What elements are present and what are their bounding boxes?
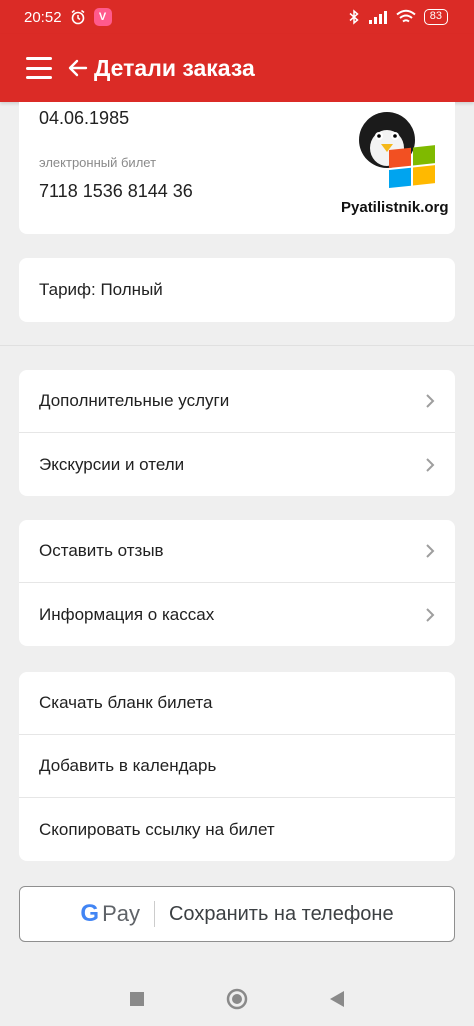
ticket-actions-group: Скачать бланк билета Добавить в календар… — [19, 672, 455, 861]
page-title: Детали заказа — [94, 54, 255, 81]
back-nav-icon[interactable] — [329, 990, 345, 1008]
gpay-divider — [153, 901, 155, 927]
passenger-card: 04.06.1985 электронный билет 7118 1536 8… — [19, 102, 455, 234]
section-divider — [0, 345, 474, 346]
home-icon[interactable] — [225, 987, 249, 1011]
bluetooth-icon — [349, 9, 359, 25]
tariff-label: Тариф: Полный — [39, 280, 163, 299]
list-item-label: Дополнительные услуги — [39, 391, 230, 410]
gpay-save-label: Сохранить на телефоне — [168, 902, 394, 925]
list-item-excursions-hotels[interactable]: Экскурсии и отели — [19, 433, 455, 496]
copy-ticket-link-button[interactable]: Скопировать ссылку на билет — [19, 798, 455, 861]
list-item-leave-review[interactable]: Оставить отзыв — [19, 520, 455, 583]
recents-icon[interactable] — [129, 991, 145, 1007]
alarm-icon — [71, 9, 85, 25]
list-item-label: Скопировать ссылку на билет — [39, 819, 275, 839]
app-notification-icon: V — [93, 8, 112, 26]
chevron-right-icon — [426, 607, 435, 622]
battery-level: 83 — [429, 10, 442, 22]
chevron-right-icon — [426, 394, 435, 408]
ticket-type-label: электронный билет — [39, 155, 157, 170]
signal-icon — [368, 11, 387, 24]
birth-date: 04.06.1985 — [39, 108, 130, 128]
app-bar: Детали заказа — [0, 34, 474, 102]
list-item-label: Скачать бланк билета — [39, 693, 213, 712]
watermark-text: Pyatilistnik.org — [341, 199, 449, 216]
tariff-card: Тариф: Полный — [19, 258, 455, 322]
status-bar: 20:52 V 83 — [0, 0, 474, 34]
list-item-ticket-office-info[interactable]: Информация о кассах — [19, 583, 455, 646]
add-to-calendar-button[interactable]: Добавить в календарь — [19, 735, 455, 798]
chevron-right-icon — [426, 544, 435, 558]
list-item-label: Информация о кассах — [39, 604, 215, 624]
penguin-windows-icon — [359, 112, 435, 188]
menu-icon[interactable] — [26, 57, 52, 79]
list-item-label: Добавить в календарь — [39, 756, 217, 775]
feedback-group: Оставить отзыв Информация о кассах — [19, 520, 455, 646]
list-item-label: Оставить отзыв — [39, 541, 164, 560]
google-g-icon: G — [80, 900, 100, 927]
status-time: 20:52 — [24, 8, 62, 26]
wifi-icon — [396, 9, 416, 23]
back-arrow-icon[interactable] — [66, 56, 90, 80]
chevron-right-icon — [426, 457, 435, 472]
order-details-content[interactable]: 04.06.1985 электронный билет 7118 1536 8… — [0, 102, 474, 972]
google-pay-save-button[interactable]: G Pay Сохранить на телефоне — [19, 886, 455, 942]
google-pay-brand: Pay — [102, 901, 140, 926]
watermark-logo: Pyatilistnik.org — [337, 110, 455, 216]
ticket-number: 7118 1536 8144 36 — [39, 181, 193, 201]
list-item-label: Экскурсии и отели — [39, 454, 185, 474]
battery-icon: 83 — [423, 9, 448, 25]
download-ticket-button[interactable]: Скачать бланк билета — [19, 672, 455, 735]
system-nav-bar — [0, 972, 474, 1026]
list-item-extra-services[interactable]: Дополнительные услуги — [19, 370, 455, 433]
services-group: Дополнительные услуги Экскурсии и отели — [19, 370, 455, 496]
google-pay-logo: G Pay — [80, 900, 140, 928]
